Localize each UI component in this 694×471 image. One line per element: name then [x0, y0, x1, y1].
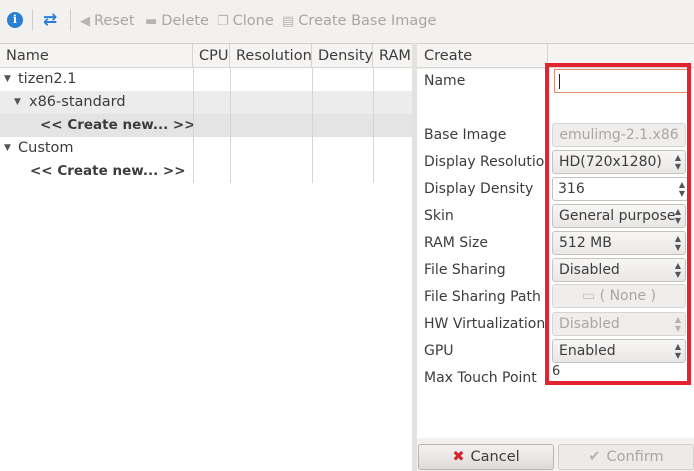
tree-row[interactable]: ▼ tizen2.1	[0, 68, 412, 91]
toolbar: i ⇄ ◀ Reset ▬ Delete ❐ Clone ▤ Create Ba…	[0, 0, 694, 42]
cancel-button[interactable]: ✖ Cancel	[418, 444, 554, 470]
column-divider	[373, 68, 374, 183]
cancel-label: Cancel	[470, 449, 520, 465]
tree-row[interactable]: << Create new... >>	[0, 160, 412, 183]
tree-row[interactable]: ▼ x86-standard	[0, 91, 412, 114]
tree-row-label: tizen2.1	[18, 71, 77, 87]
confirm-button[interactable]: ✔ Confirm	[558, 444, 694, 470]
clone-icon: ❐	[217, 13, 229, 29]
delete-icon: ▬	[145, 13, 158, 29]
column-header-density[interactable]: Density	[312, 44, 373, 68]
display-density-label: Display Density	[424, 181, 534, 197]
file-sharing-path-label: File Sharing Path	[424, 289, 541, 305]
cancel-icon: ✖	[452, 449, 465, 465]
reset-label: Reset	[94, 13, 135, 29]
reset-button[interactable]: ◀ Reset	[80, 10, 135, 32]
refresh-icon[interactable]: ⇄	[42, 12, 58, 29]
name-label: Name	[424, 73, 466, 89]
tree-header: Name CPU Resolution Density RAM	[0, 44, 412, 68]
display-resolution-label: Display Resolution	[424, 154, 546, 170]
column-header-cpu[interactable]: CPU	[193, 44, 230, 68]
column-header-ram[interactable]: RAM	[373, 44, 412, 68]
create-base-image-button[interactable]: ▤ Create Base Image	[282, 10, 436, 32]
file-sharing-label: File Sharing	[424, 262, 506, 278]
check-icon: ✔	[588, 449, 601, 465]
column-divider	[230, 68, 231, 183]
max-touch-point-label: Max Touch Point	[424, 370, 537, 386]
tree-row-label: x86-standard	[29, 94, 126, 110]
highlight-box	[545, 63, 691, 385]
create-base-image-icon: ▤	[282, 13, 295, 29]
toolbar-separator	[70, 9, 71, 31]
column-header-resolution[interactable]: Resolution	[230, 44, 312, 68]
ram-size-label: RAM Size	[424, 235, 489, 251]
column-header-name[interactable]: Name	[0, 44, 193, 68]
expand-arrow-icon[interactable]: ▼	[4, 68, 11, 91]
toolbar-separator	[32, 9, 33, 31]
tree-row[interactable]: ▼ Custom	[0, 137, 412, 160]
column-divider	[193, 68, 194, 183]
column-divider	[312, 68, 313, 183]
reset-icon: ◀	[80, 13, 90, 29]
base-image-label: Base Image	[424, 127, 507, 143]
delete-button[interactable]: ▬ Delete	[145, 10, 209, 32]
panel-title: Create	[424, 48, 473, 64]
gpu-label: GPU	[424, 343, 454, 359]
create-new-item: << Create new... >>	[40, 117, 196, 133]
hw-virtualization-label: HW Virtualization	[424, 316, 546, 332]
info-icon[interactable]: i	[7, 12, 23, 28]
vm-tree: Name CPU Resolution Density RAM ▼ tizen2…	[0, 43, 412, 471]
clone-button[interactable]: ❐ Clone	[217, 10, 274, 32]
create-new-item: << Create new... >>	[30, 163, 186, 179]
expand-arrow-icon[interactable]: ▼	[14, 91, 21, 114]
tree-row[interactable]: << Create new... >>	[0, 114, 412, 137]
delete-label: Delete	[161, 13, 209, 29]
skin-label: Skin	[424, 208, 454, 224]
expand-arrow-icon[interactable]: ▼	[4, 137, 11, 160]
clone-label: Clone	[232, 13, 274, 29]
confirm-label: Confirm	[606, 449, 664, 465]
tree-row-label: Custom	[18, 140, 74, 156]
create-base-image-label: Create Base Image	[298, 13, 437, 29]
